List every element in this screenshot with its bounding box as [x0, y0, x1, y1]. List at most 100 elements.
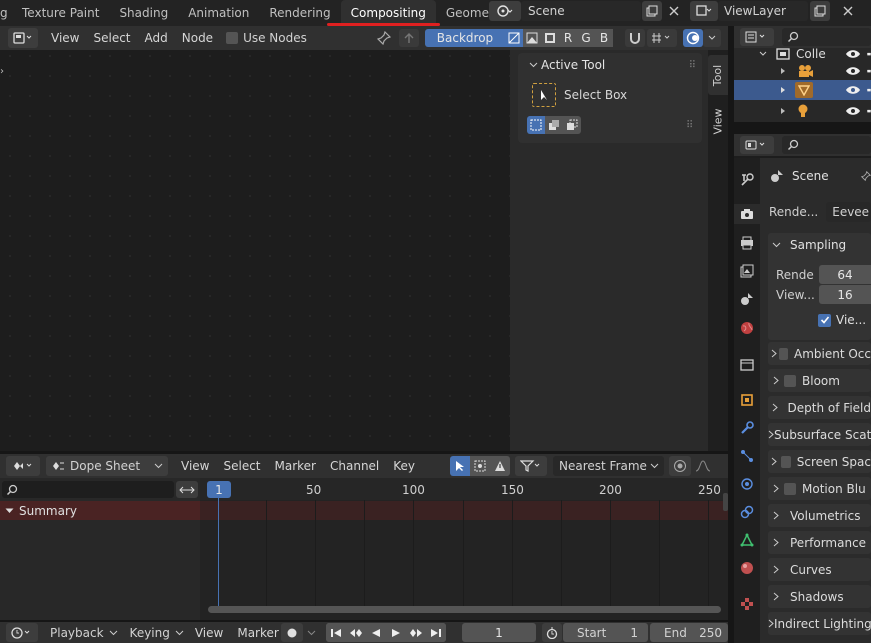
viewport-samples-field[interactable]: 16: [819, 285, 871, 304]
panel-bloom[interactable]: Bloom: [768, 369, 871, 392]
overlays-dropdown[interactable]: [703, 29, 721, 47]
tab-tool-settings[interactable]: [737, 170, 757, 190]
panel-depth-of-field[interactable]: Depth of Field: [768, 396, 871, 419]
workspace-tab-shading[interactable]: Shading: [109, 0, 178, 26]
tab-modifiers[interactable]: [737, 418, 757, 438]
viewlayer-name-field[interactable]: ViewLayer: [718, 1, 808, 21]
tab-constraints[interactable]: [737, 502, 757, 522]
mode-subtract-button[interactable]: [563, 116, 581, 134]
mode-set-button[interactable]: [527, 116, 545, 134]
pin-icon[interactable]: [861, 169, 871, 183]
editor-type-button[interactable]: [6, 456, 40, 476]
keying-options-dropdown[interactable]: [303, 623, 319, 642]
eye-icon[interactable]: [845, 65, 861, 77]
panel-subsurface-scat[interactable]: Subsurface Scat: [768, 423, 871, 446]
viewport-denoise-toggle[interactable]: Vie...: [818, 311, 871, 329]
falloff-dropdown[interactable]: [692, 456, 720, 476]
properties-search-field[interactable]: [781, 136, 871, 154]
mode-extend-button[interactable]: [545, 116, 563, 134]
tab-particles[interactable]: [737, 446, 757, 466]
outliner-row-light[interactable]: [734, 101, 871, 121]
expand-toolbar-arrow-icon[interactable]: ›: [0, 66, 6, 77]
menu-node[interactable]: Node: [175, 31, 220, 45]
tab-object-data[interactable]: [737, 530, 757, 550]
panel-shadows[interactable]: Shadows: [768, 585, 871, 608]
drag-handle-icon[interactable]: ⠿: [686, 120, 693, 131]
workspace-tab-texture-paint[interactable]: Texture Paint: [12, 0, 109, 26]
prev-keyframe-button[interactable]: [346, 623, 366, 642]
channel-r-button[interactable]: R: [559, 29, 577, 47]
jump-end-button[interactable]: [426, 623, 446, 642]
chevron-right-icon[interactable]: [780, 107, 786, 115]
use-nodes-toggle[interactable]: Use Nodes: [226, 31, 307, 45]
parent-node-tree-button[interactable]: [399, 29, 419, 47]
pin-icon[interactable]: [375, 30, 393, 46]
tab-material[interactable]: [737, 558, 757, 578]
panel-performance[interactable]: Performance: [768, 531, 871, 554]
next-keyframe-button[interactable]: [406, 623, 426, 642]
horizontal-scrollbar[interactable]: [208, 606, 721, 613]
chevron-right-icon[interactable]: [780, 86, 786, 94]
filters-dropdown[interactable]: [515, 456, 547, 476]
chevron-right-icon[interactable]: [780, 67, 786, 75]
tab-scene[interactable]: [737, 289, 757, 309]
editor-type-button[interactable]: [6, 623, 38, 642]
eye-icon[interactable]: [845, 84, 861, 96]
panel-volumetrics[interactable]: Volumetrics: [768, 504, 871, 527]
menu-marker[interactable]: Marker: [230, 626, 285, 640]
panel-enable-checkbox[interactable]: [784, 374, 796, 387]
frame-end-field[interactable]: End 250: [650, 623, 728, 642]
channel-b-button[interactable]: B: [595, 29, 613, 47]
menu-view[interactable]: View: [44, 31, 86, 45]
render-samples-field[interactable]: 64: [819, 265, 871, 284]
camera-render-icon[interactable]: [867, 65, 871, 77]
outliner-row-camera[interactable]: [734, 61, 871, 81]
delete-scene-button[interactable]: [664, 1, 684, 21]
channel-rgb-button[interactable]: [505, 29, 523, 47]
menu-select[interactable]: Select: [86, 31, 137, 45]
editor-type-button[interactable]: [740, 136, 774, 154]
eye-icon[interactable]: [845, 105, 861, 117]
delete-viewlayer-button[interactable]: [838, 1, 858, 21]
menu-add[interactable]: Add: [138, 31, 175, 45]
tab-world[interactable]: [737, 318, 757, 338]
tab-object[interactable]: [737, 390, 757, 410]
panel-enable-checkbox[interactable]: [780, 455, 791, 468]
tab-output[interactable]: [737, 233, 757, 253]
panel-motion-blu[interactable]: Motion Blu: [768, 477, 871, 500]
channel-rgba-button[interactable]: [523, 29, 541, 47]
tab-render[interactable]: [734, 204, 760, 224]
sampling-panel-header[interactable]: Sampling: [768, 234, 871, 256]
workspace-tab-geometry-partial[interactable]: g: [0, 0, 12, 26]
snap-element-dropdown[interactable]: [647, 29, 677, 47]
swap-filter-button[interactable]: [176, 481, 198, 498]
only-errors-toggle[interactable]: [490, 456, 510, 476]
area-divider[interactable]: [734, 122, 871, 134]
use-preview-range-toggle[interactable]: [542, 623, 562, 642]
panel-enable-checkbox[interactable]: [784, 482, 796, 495]
panel-enable-checkbox[interactable]: [779, 347, 788, 360]
overlays-toggle[interactable]: [683, 29, 703, 47]
camera-render-icon[interactable]: [867, 105, 871, 117]
current-frame-field[interactable]: 1: [462, 623, 536, 642]
panel-screen-spac[interactable]: Screen Spac: [768, 450, 871, 473]
frame-ruler[interactable]: [200, 478, 728, 500]
panel-indirect-lighting[interactable]: Indirect Lighting: [768, 612, 871, 635]
menu-channel[interactable]: Channel: [323, 459, 386, 473]
show-hidden-toggle[interactable]: [470, 456, 490, 476]
menu-key[interactable]: Key: [386, 459, 422, 473]
tab-texture[interactable]: [737, 594, 757, 614]
keying-menu[interactable]: Keying: [123, 623, 188, 642]
summary-track[interactable]: [200, 501, 728, 520]
panel-ambient-occ[interactable]: Ambient Occ: [768, 342, 871, 365]
snap-toggle[interactable]: [625, 29, 645, 47]
panel-curves[interactable]: Curves: [768, 558, 871, 581]
chevron-down-icon[interactable]: [4, 508, 14, 514]
menu-view[interactable]: View: [174, 459, 216, 473]
tab-physics[interactable]: [737, 474, 757, 494]
snap-mode-dropdown[interactable]: Nearest Frame: [553, 456, 664, 476]
tab-collection[interactable]: [737, 354, 757, 374]
outliner-row-cube-selected[interactable]: [734, 80, 871, 100]
menu-select[interactable]: Select: [216, 459, 267, 473]
workspace-tab-compositing[interactable]: Compositing: [326, 0, 440, 26]
